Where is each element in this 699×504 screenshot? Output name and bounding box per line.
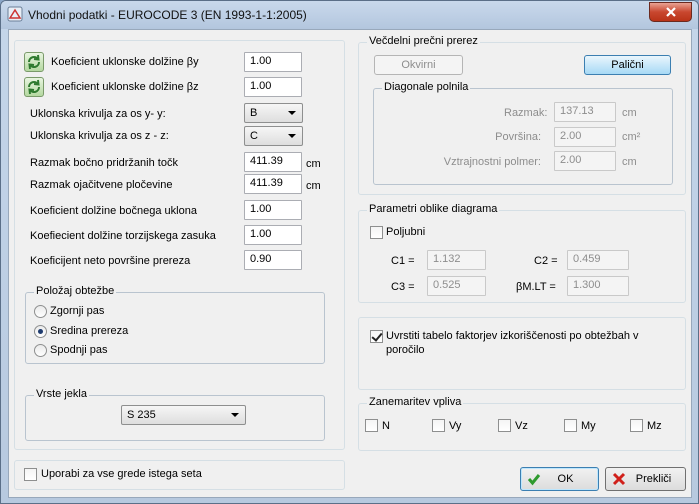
stiffener-spacing-label: Razmak ojačitvene pločevine xyxy=(30,179,173,191)
steel-grade-select[interactable]: S 235 xyxy=(121,405,246,425)
bm-input[interactable]: 1.300 xyxy=(567,276,629,296)
title-bar: Vhodni podatki - EUROCODE 3 (EN 1993-1-1… xyxy=(1,1,698,29)
radio-top-flange[interactable] xyxy=(34,305,47,318)
apply-all-label: Uporabi za vse grede istega seta xyxy=(41,468,202,480)
diagram-params-legend: Parametri oblike diagrama xyxy=(367,203,500,215)
chevron-down-icon xyxy=(231,413,239,417)
lateral-spacing-label: Razmak bočno pridržanih točk xyxy=(30,157,178,169)
cancel-button[interactable]: Prekliči xyxy=(605,467,686,491)
app-icon xyxy=(7,6,23,22)
c2-label: C2 = xyxy=(534,255,558,267)
bm-label: βM.LT = xyxy=(516,281,556,293)
buckling-y-value: B xyxy=(250,107,258,119)
beta-y-input[interactable]: 1.00 xyxy=(244,52,302,72)
ok-label: OK xyxy=(557,473,574,485)
chevron-down-icon xyxy=(288,111,296,115)
arbitrary-checkbox[interactable] xyxy=(370,226,383,239)
close-button[interactable] xyxy=(649,2,692,22)
c1-label: C1 = xyxy=(391,255,415,267)
torsion-length-input[interactable]: 1.00 xyxy=(244,225,302,245)
buckling-z-label: Uklonska krivulja za os z - z: xyxy=(30,130,169,142)
ignore-vz-label: Vz xyxy=(515,420,528,432)
ok-button[interactable]: OK xyxy=(520,467,599,491)
net-area-label: Koeficijent neto površine prereza xyxy=(30,255,191,267)
spacing-unit: cm xyxy=(622,107,637,119)
area-unit: cm² xyxy=(622,131,641,143)
cancel-label: Prekliči xyxy=(635,473,672,485)
beta-y-label: Koeficient uklonske dolžine βy xyxy=(51,56,199,68)
ltb-length-label: Koeficient dolžine bočnega uklona xyxy=(30,205,197,217)
radio-section-center[interactable] xyxy=(34,325,47,338)
radio-top-flange-label: Zgornji pas xyxy=(50,305,105,317)
c3-label: C3 = xyxy=(391,281,415,293)
ignore-n-label: N xyxy=(382,420,390,432)
spacing-input[interactable]: 137.13 xyxy=(554,102,616,122)
spacing-label: Razmak: xyxy=(504,107,548,119)
window-title: Vhodni podatki - EUROCODE 3 (EN 1993-1-1… xyxy=(28,8,307,22)
refresh-icon xyxy=(28,54,40,70)
apply-all-checkbox[interactable] xyxy=(24,468,37,481)
gyration-label: Vztrajnostni polmer: xyxy=(443,156,541,168)
c1-input[interactable]: 1.132 xyxy=(427,250,486,270)
buckling-z-value: C xyxy=(250,130,258,142)
ignore-vy-label: Vy xyxy=(449,420,462,432)
torsion-length-label: Koefiecient dolžine torzijskega zasuka xyxy=(30,230,216,242)
x-icon xyxy=(612,472,626,486)
ignore-effects-legend: Zanemaritev vpliva xyxy=(367,396,464,408)
gyration-input[interactable]: 2.00 xyxy=(554,151,616,171)
net-area-input[interactable]: 0.90 xyxy=(244,250,302,270)
refresh-icon xyxy=(28,79,40,95)
c2-input[interactable]: 0.459 xyxy=(567,250,629,270)
steel-grade-legend: Vrste jekla xyxy=(34,388,89,400)
ignore-vy-checkbox[interactable] xyxy=(432,419,445,432)
buckling-y-select[interactable]: B xyxy=(244,103,303,123)
check-icon xyxy=(527,474,541,486)
gyration-unit: cm xyxy=(622,156,637,168)
buckling-y-label: Uklonska krivulja za os y- y: xyxy=(30,108,166,120)
close-icon xyxy=(665,7,676,17)
beta-z-input[interactable]: 1.00 xyxy=(244,77,302,97)
lateral-spacing-input[interactable]: 411.39 xyxy=(244,152,302,172)
area-label: Površina: xyxy=(495,131,541,143)
stiffener-spacing-unit: cm xyxy=(306,180,321,192)
c3-input[interactable]: 0.525 xyxy=(427,276,486,296)
ltb-length-input[interactable]: 1.00 xyxy=(244,200,302,220)
beta-z-label: Koeficient uklonske dolžine βz xyxy=(51,81,199,93)
load-position-legend: Položaj obtežbe xyxy=(34,285,117,297)
lateral-spacing-unit: cm xyxy=(306,158,321,170)
chevron-down-icon xyxy=(288,134,296,138)
buckling-z-select[interactable]: C xyxy=(244,126,303,146)
ignore-n-checkbox[interactable] xyxy=(365,419,378,432)
stiffener-spacing-input[interactable]: 411.39 xyxy=(244,174,302,194)
ignore-my-label: My xyxy=(581,420,596,432)
ignore-my-checkbox[interactable] xyxy=(564,419,577,432)
built-up-section-legend: Večdelni prečni prerez xyxy=(367,35,480,47)
report-label: Uvrstiti tabelo faktorjev izkoriščenosti… xyxy=(386,330,639,356)
area-input[interactable]: 2.00 xyxy=(554,127,616,147)
dialog-window: Vhodni podatki - EUROCODE 3 (EN 1993-1-1… xyxy=(0,0,699,504)
refresh-by-button[interactable] xyxy=(24,52,44,72)
ignore-mz-checkbox[interactable] xyxy=(630,419,643,432)
okvirni-button[interactable]: Okvirni xyxy=(374,55,463,75)
dialog-client: Koeficient uklonske dolžine βy 1.00 Koef… xyxy=(8,29,692,498)
ignore-mz-label: Mz xyxy=(647,420,662,432)
radio-bottom-flange-label: Spodnji pas xyxy=(50,344,108,356)
ignore-vz-checkbox[interactable] xyxy=(498,419,511,432)
diagonals-legend: Diagonale polnila xyxy=(382,81,471,93)
report-checkbox[interactable] xyxy=(370,330,383,343)
palicni-button[interactable]: Palični xyxy=(584,55,671,75)
arbitrary-label: Poljubni xyxy=(386,226,426,238)
refresh-bz-button[interactable] xyxy=(24,77,44,97)
steel-grade-value: S 235 xyxy=(127,409,156,421)
radio-section-center-label: Sredina prereza xyxy=(50,325,129,337)
radio-bottom-flange[interactable] xyxy=(34,344,47,357)
